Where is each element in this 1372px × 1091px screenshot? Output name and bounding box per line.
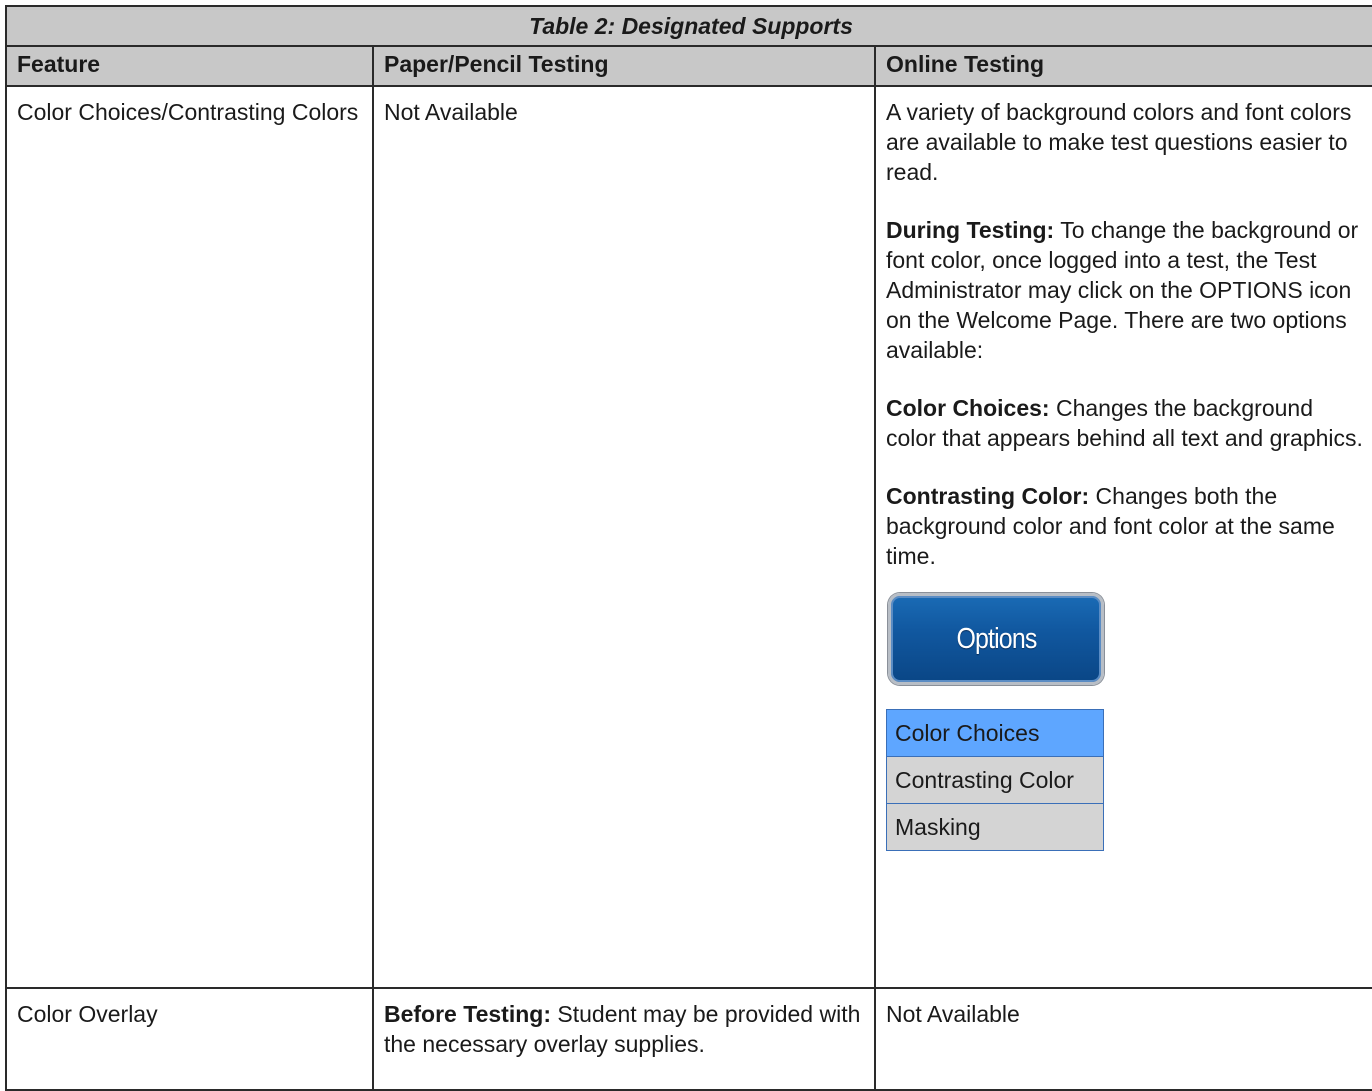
contrasting-color-lead: Contrasting Color: xyxy=(886,483,1090,509)
feature-cell: Color Choices/Contrasting Colors xyxy=(5,85,374,989)
online-availability: Not Available xyxy=(886,1001,1020,1027)
table-row: Color Choices/Contrasting Colors Not Ava… xyxy=(5,85,1372,989)
designated-supports-table: Table 2: Designated Supports Feature Pap… xyxy=(4,5,1372,1091)
online-intro: A variety of background colors and font … xyxy=(886,99,1352,185)
column-header-feature: Feature xyxy=(5,45,374,87)
column-header-paper-pencil: Paper/Pencil Testing xyxy=(372,45,876,87)
menu-item-contrasting-color[interactable]: Contrasting Color xyxy=(887,757,1103,804)
during-testing-paragraph: During Testing: To change the background… xyxy=(886,215,1365,365)
feature-name: Color Overlay xyxy=(17,1001,158,1027)
online-cell: A variety of background colors and font … xyxy=(873,85,1372,989)
paper-cell: Not Available xyxy=(372,85,876,989)
during-testing-lead: During Testing: xyxy=(886,217,1055,243)
table-caption: Table 2: Designated Supports xyxy=(4,5,1372,47)
options-button-label: Options xyxy=(956,623,1037,655)
online-cell: Not Available xyxy=(873,987,1372,1091)
color-choices-paragraph: Color Choices: Changes the background co… xyxy=(886,393,1365,453)
before-testing-lead: Before Testing: xyxy=(384,1001,551,1027)
options-menu: Color Choices Contrasting Color Masking xyxy=(886,709,1104,851)
column-header-online: Online Testing xyxy=(873,45,1372,87)
table-row: Color Overlay Before Testing: Student ma… xyxy=(5,987,1372,1091)
menu-item-color-choices[interactable]: Color Choices xyxy=(887,710,1103,757)
paper-cell: Before Testing: Student may be provided … xyxy=(372,987,876,1091)
feature-cell: Color Overlay xyxy=(5,987,374,1091)
options-button[interactable]: Options xyxy=(888,593,1104,685)
color-choices-lead: Color Choices: xyxy=(886,395,1050,421)
paper-availability: Not Available xyxy=(384,99,518,125)
feature-name: Color Choices/Contrasting Colors xyxy=(17,99,359,125)
contrasting-color-paragraph: Contrasting Color: Changes both the back… xyxy=(886,481,1365,571)
menu-item-masking[interactable]: Masking xyxy=(887,804,1103,850)
